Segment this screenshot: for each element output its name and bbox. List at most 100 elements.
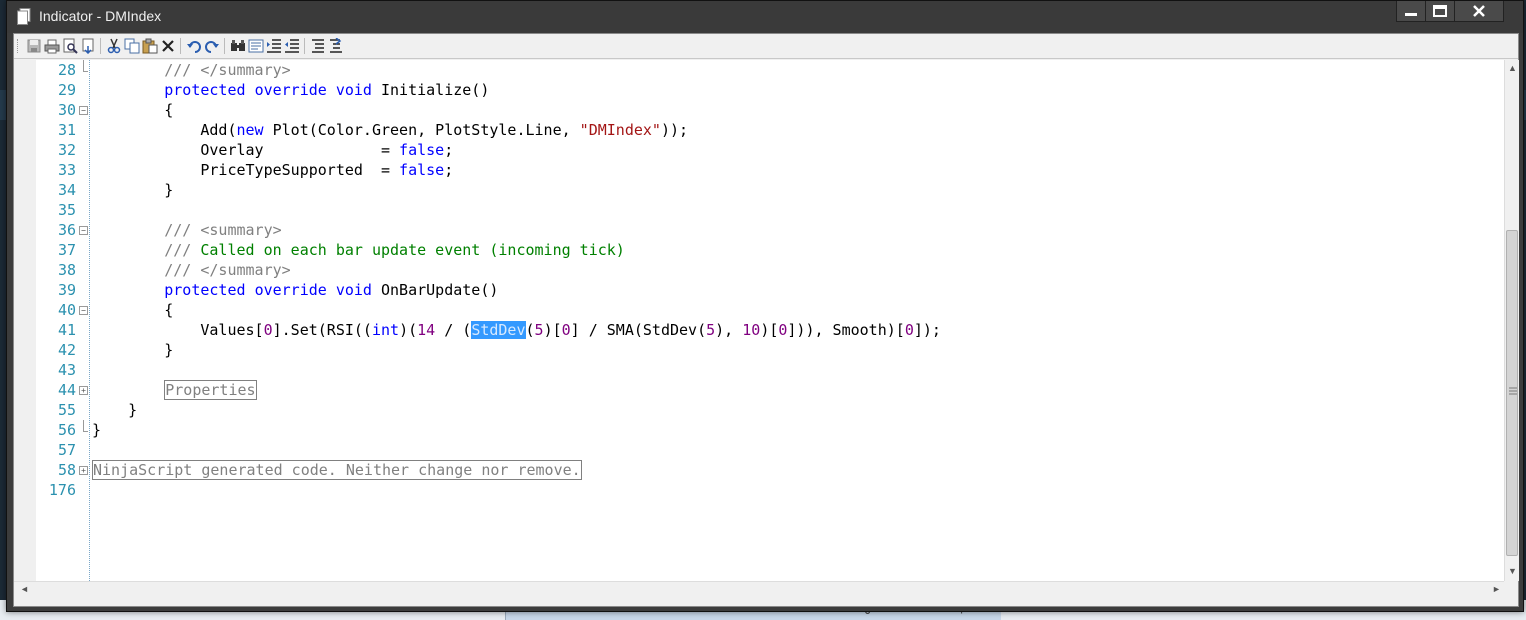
code-text: }: [92, 420, 101, 440]
collapsed-region[interactable]: NinjaScript generated code. Neither chan…: [92, 460, 582, 480]
code-token: PriceTypeSupported =: [92, 161, 400, 179]
scroll-up-icon[interactable]: ▲: [1508, 63, 1517, 73]
code-token: )[: [760, 321, 779, 339]
code-text: PriceTypeSupported = false;: [92, 160, 453, 180]
code-editor[interactable]: 28 /// </summary> 29 protected override v…: [36, 60, 1504, 581]
code-line[interactable]: 39 protected override void OnBarUpdate(): [36, 280, 1504, 300]
indent-icon[interactable]: [266, 38, 282, 54]
toolbar-separator: [180, 38, 181, 54]
code-token: Initialize(): [371, 81, 490, 99]
code-token: override: [254, 281, 327, 299]
code-token: }: [92, 401, 138, 419]
toolbar-grip[interactable]: [17, 39, 21, 53]
delete-icon[interactable]: [160, 38, 176, 54]
comment-icon[interactable]: [310, 38, 326, 54]
code-line[interactable]: 36− /// <summary>: [36, 220, 1504, 240]
fold-line-end-icon: [83, 60, 88, 72]
code-line[interactable]: 28 /// </summary>: [36, 60, 1504, 80]
scroll-left-icon[interactable]: ◄: [20, 584, 29, 594]
expand-icon[interactable]: +: [79, 466, 88, 475]
line-number: 28: [57, 61, 76, 79]
code-text: {: [92, 300, 173, 320]
code-token: )[: [543, 321, 562, 339]
line-number: 40: [57, 301, 76, 319]
scroll-down-icon[interactable]: ▼: [1508, 566, 1517, 576]
code-line[interactable]: 41 Values[0].Set(RSI((int)(14 / (StdDev(…: [36, 320, 1504, 340]
outdent-icon[interactable]: [284, 38, 300, 54]
line-number: 176: [48, 481, 76, 499]
page-setup-icon[interactable]: [80, 38, 96, 54]
code-token: 5: [706, 321, 716, 339]
undo-icon[interactable]: [186, 38, 202, 54]
minimize-button[interactable]: [1396, 1, 1426, 22]
code-line[interactable]: 176: [36, 480, 1504, 500]
title-bar[interactable]: Indicator - DMIndex: [7, 1, 1523, 33]
find-icon[interactable]: [230, 38, 246, 54]
line-number: 29: [57, 81, 76, 99]
line-number: 55: [57, 401, 76, 419]
close-button[interactable]: [1454, 1, 1504, 22]
code-line[interactable]: 34 }: [36, 180, 1504, 200]
cut-icon[interactable]: [106, 38, 122, 54]
paste-icon[interactable]: [142, 38, 158, 54]
save-icon[interactable]: [26, 38, 42, 54]
code-line[interactable]: 31 Add(new Plot(Color.Green, PlotStyle.L…: [36, 120, 1504, 140]
window-title: Indicator - DMIndex: [39, 8, 162, 24]
code-line[interactable]: 43: [36, 360, 1504, 380]
copy-icon[interactable]: [124, 38, 140, 54]
line-number: 35: [57, 201, 76, 219]
code-token: ;: [444, 161, 454, 179]
code-line[interactable]: 57: [36, 440, 1504, 460]
code-token: 5: [534, 321, 544, 339]
code-text: {: [92, 100, 173, 120]
code-line[interactable]: 40− {: [36, 300, 1504, 320]
collapse-icon[interactable]: −: [79, 306, 88, 315]
code-text: /// </summary>: [92, 60, 290, 80]
code-line[interactable]: 32 Overlay = false;: [36, 140, 1504, 160]
code-token: ),: [715, 321, 743, 339]
code-token: 0: [561, 321, 571, 339]
code-text: protected override void OnBarUpdate(): [92, 280, 498, 300]
collapse-icon[interactable]: −: [79, 226, 88, 235]
code-token: /// </summary>: [164, 261, 291, 279]
code-token: void: [335, 281, 372, 299]
find-replace-icon[interactable]: [248, 38, 264, 54]
code-line[interactable]: 44 + Properties: [36, 380, 1504, 400]
uncomment-icon[interactable]: [328, 38, 344, 54]
code-line[interactable]: 58 + NinjaScript generated code. Neither c…: [36, 460, 1504, 480]
horizontal-scrollbar[interactable]: ◄ ►: [14, 581, 1504, 598]
line-number: 36: [57, 221, 76, 239]
code-line[interactable]: 37 /// Called on each bar update event (…: [36, 240, 1504, 260]
code-token: Add(: [92, 121, 237, 139]
code-token: /// <summary>: [164, 221, 282, 239]
code-line[interactable]: 30− {: [36, 100, 1504, 120]
toolbar-separator: [224, 38, 225, 54]
code-line[interactable]: 42 }: [36, 340, 1504, 360]
line-number: 33: [57, 161, 76, 179]
code-line[interactable]: 33 PriceTypeSupported = false;: [36, 160, 1504, 180]
code-line[interactable]: 35: [36, 200, 1504, 220]
code-line[interactable]: 38 /// </summary>: [36, 260, 1504, 280]
expand-icon[interactable]: +: [79, 386, 88, 395]
code-line[interactable]: 55 }: [36, 400, 1504, 420]
line-number: 34: [57, 181, 76, 199]
redo-icon[interactable]: [204, 38, 220, 54]
code-line[interactable]: 29 protected override void Initialize(): [36, 80, 1504, 100]
scroll-right-icon[interactable]: ►: [1492, 584, 1501, 594]
code-token: protected: [164, 81, 246, 99]
print-icon[interactable]: [44, 38, 60, 54]
editor-container: 28 /// </summary> 29 protected override v…: [13, 33, 1519, 607]
maximize-button[interactable]: [1425, 1, 1455, 22]
collapsed-region[interactable]: Properties: [164, 380, 257, 400]
code-line[interactable]: 56}: [36, 420, 1504, 440]
vertical-scroll-thumb[interactable]: [1506, 230, 1518, 556]
collapse-icon[interactable]: −: [79, 106, 88, 115]
print-preview-icon[interactable]: [62, 38, 78, 54]
vertical-scrollbar[interactable]: ▲ ▼: [1504, 60, 1519, 581]
